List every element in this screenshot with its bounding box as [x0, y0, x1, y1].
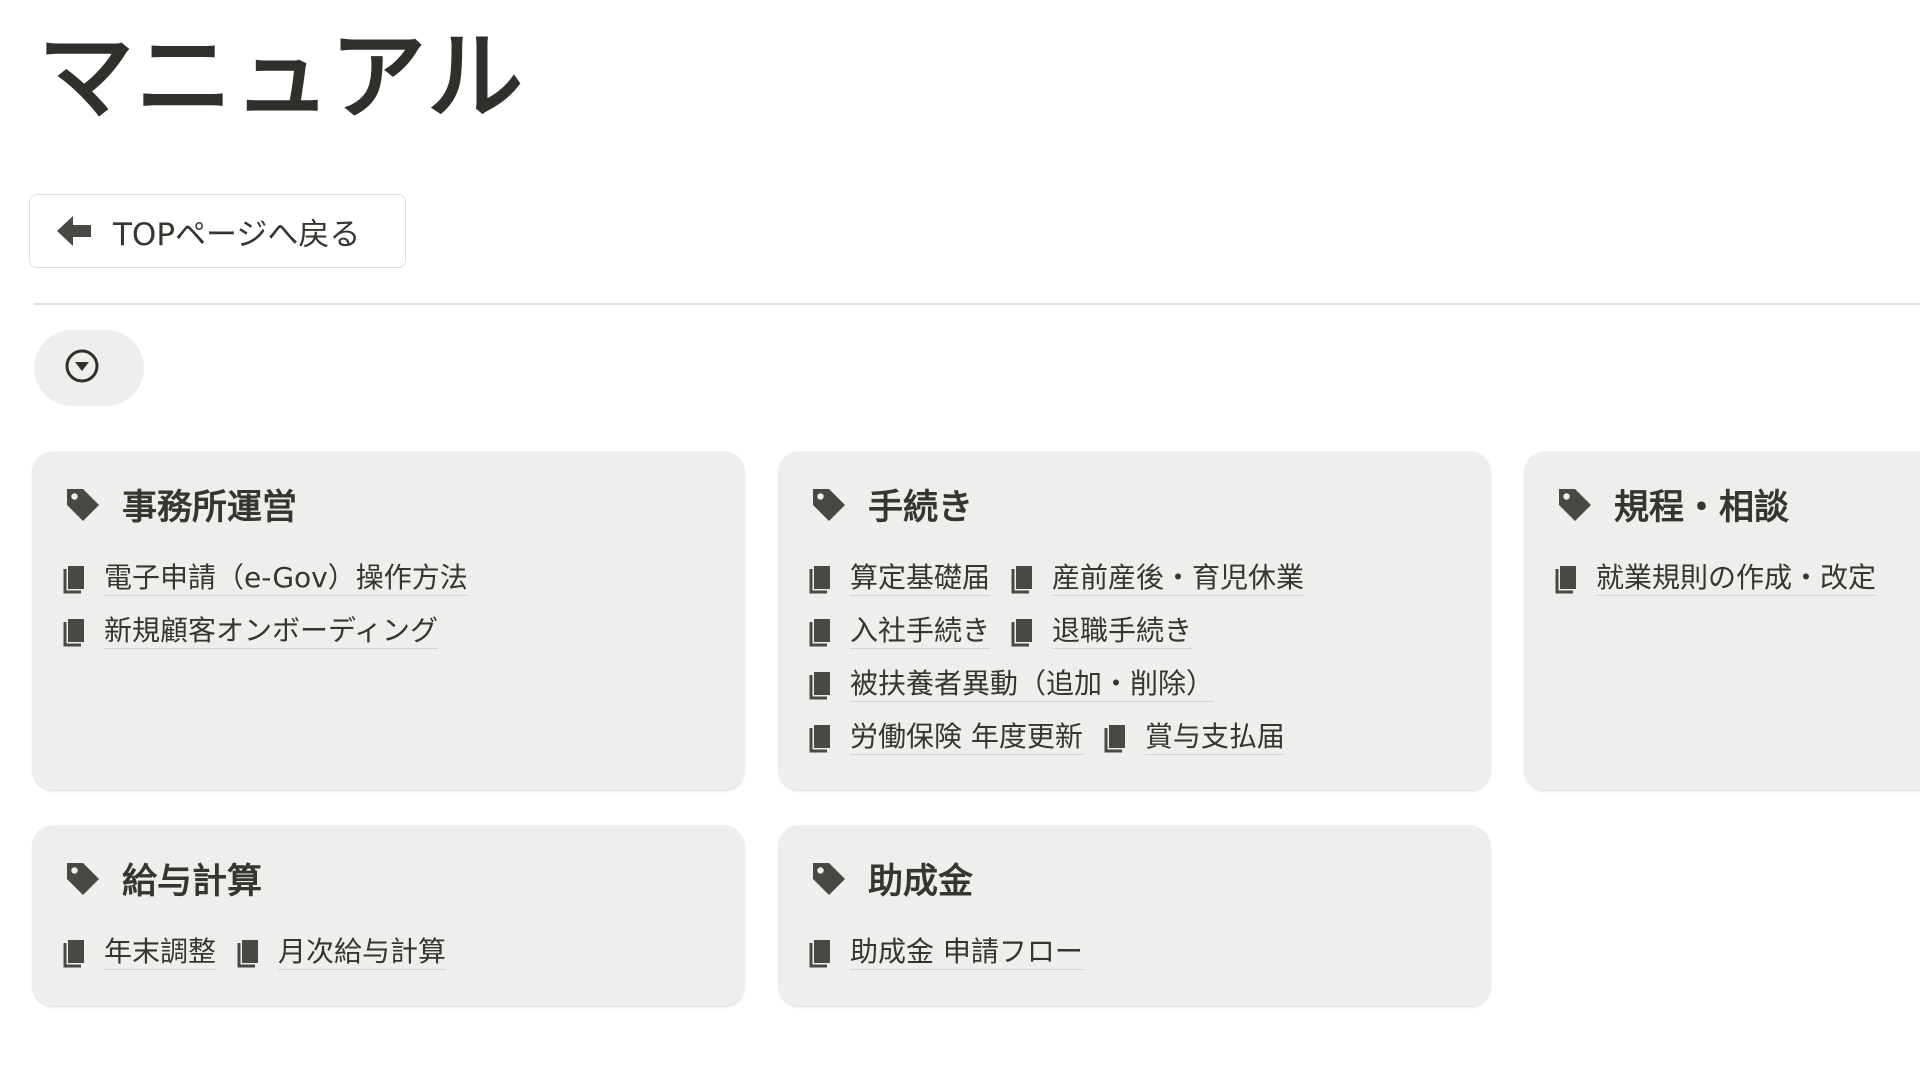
card-title: 事務所運営	[122, 488, 298, 528]
link-row: 新規顧客オンボーディング	[62, 605, 726, 658]
category-card: 手続き算定基礎届 産前産後・育児休業入社手続き 退職手続き被扶養者異動（追加・削除）…	[779, 452, 1490, 790]
back-to-top-button[interactable]: TOPページへ戻る	[29, 194, 406, 268]
link-row: 被扶養者異動（追加・削除）	[808, 658, 1472, 711]
manual-link[interactable]: 算定基礎届	[808, 561, 991, 597]
arrow-left-icon	[55, 214, 93, 248]
tag-icon	[810, 486, 848, 524]
card-title: 給与計算	[122, 862, 263, 902]
card-title: 助成金	[868, 862, 974, 902]
document-icon	[236, 938, 266, 968]
tag-icon	[810, 860, 848, 898]
manual-link-label: 賞与支払届	[1144, 720, 1285, 756]
manual-page: マニュアル TOPページへ戻る 事務所運営電子申請（e-Gov）操作方法 新規顧客…	[0, 0, 1920, 1080]
page-title: マニュアル	[38, 21, 526, 133]
document-icon	[62, 564, 92, 594]
manual-link[interactable]: 産前産後・育児休業	[1010, 561, 1305, 597]
link-row: 就業規則の作成・改定	[1554, 552, 1920, 605]
manual-link[interactable]: 助成金 申請フロー	[808, 935, 1083, 971]
manual-link-label: 産前産後・育児休業	[1052, 561, 1305, 597]
tag-icon	[64, 486, 102, 524]
manual-link-label: 入社手続き	[850, 614, 991, 650]
manual-link[interactable]: 退職手続き	[1010, 614, 1193, 650]
document-icon	[808, 723, 838, 753]
card-header[interactable]: 手続き	[810, 479, 973, 530]
card-title: 規程・相談	[1614, 488, 1790, 528]
tag-icon	[64, 860, 102, 898]
manual-link[interactable]: 入社手続き	[808, 614, 991, 650]
manual-link[interactable]: 被扶養者異動（追加・削除）	[808, 667, 1215, 703]
tag-icon	[1556, 486, 1594, 524]
document-icon	[808, 564, 838, 594]
card-link-list: 年末調整 月次給与計算	[62, 926, 726, 979]
document-icon	[1010, 617, 1040, 647]
manual-link-label: 算定基礎届	[850, 561, 991, 597]
manual-link-label: 電子申請（e-Gov）操作方法	[104, 561, 468, 597]
link-row: 年末調整 月次給与計算	[62, 926, 726, 979]
document-icon	[808, 938, 838, 968]
manual-link[interactable]: 新規顧客オンボーディング	[62, 614, 439, 650]
card-link-list: 助成金 申請フロー	[808, 926, 1472, 979]
document-icon	[808, 670, 838, 700]
manual-link-label: 新規顧客オンボーディング	[104, 614, 439, 650]
card-header[interactable]: 規程・相談	[1556, 479, 1789, 530]
card-header[interactable]: 事務所運営	[64, 479, 297, 530]
document-icon	[62, 617, 92, 647]
manual-link-label: 被扶養者異動（追加・削除）	[850, 667, 1215, 703]
manual-link[interactable]: 月次給与計算	[236, 935, 447, 971]
link-row: 労働保険 年度更新 賞与支払届	[808, 711, 1472, 764]
link-row: 電子申請（e-Gov）操作方法	[62, 552, 726, 605]
manual-link[interactable]: 労働保険 年度更新	[808, 720, 1083, 756]
manual-link-label: 労働保険 年度更新	[850, 720, 1083, 756]
manual-link-label: 助成金 申請フロー	[850, 935, 1083, 971]
card-link-list: 電子申請（e-Gov）操作方法 新規顧客オンボーディング	[62, 552, 726, 658]
manual-link[interactable]: 就業規則の作成・改定	[1554, 561, 1877, 597]
divider	[34, 303, 1920, 305]
card-link-list: 就業規則の作成・改定	[1554, 552, 1920, 605]
document-icon	[1103, 723, 1133, 753]
manual-link-label: 就業規則の作成・改定	[1596, 561, 1877, 597]
manual-link[interactable]: 賞与支払届	[1103, 720, 1285, 756]
manual-link-label: 年末調整	[104, 935, 217, 971]
category-card: 事務所運営電子申請（e-Gov）操作方法 新規顧客オンボーディング	[33, 452, 744, 790]
category-card: 給与計算年末調整 月次給与計算	[33, 826, 744, 1006]
document-icon	[1554, 564, 1584, 594]
manual-link[interactable]: 年末調整	[62, 935, 217, 971]
document-icon	[62, 938, 92, 968]
document-icon	[808, 617, 838, 647]
card-title: 手続き	[868, 488, 974, 528]
link-row: 入社手続き 退職手続き	[808, 605, 1472, 658]
category-card: 規程・相談就業規則の作成・改定	[1525, 452, 1920, 790]
link-row: 算定基礎届 産前産後・育児休業	[808, 552, 1472, 605]
card-header[interactable]: 助成金	[810, 853, 973, 904]
chevron-down-circle-icon	[64, 348, 100, 388]
manual-link-label: 月次給与計算	[278, 935, 447, 971]
filter-toggle-button[interactable]	[34, 330, 144, 406]
category-card: 助成金助成金 申請フロー	[779, 826, 1490, 1006]
manual-link-label: 退職手続き	[1052, 614, 1193, 650]
link-row: 助成金 申請フロー	[808, 926, 1472, 979]
card-link-list: 算定基礎届 産前産後・育児休業入社手続き 退職手続き被扶養者異動（追加・削除） 労働保…	[808, 552, 1472, 764]
card-header[interactable]: 給与計算	[64, 853, 262, 904]
document-icon	[1010, 564, 1040, 594]
manual-link[interactable]: 電子申請（e-Gov）操作方法	[62, 561, 468, 597]
back-button-label: TOPページへ戻る	[113, 216, 361, 253]
